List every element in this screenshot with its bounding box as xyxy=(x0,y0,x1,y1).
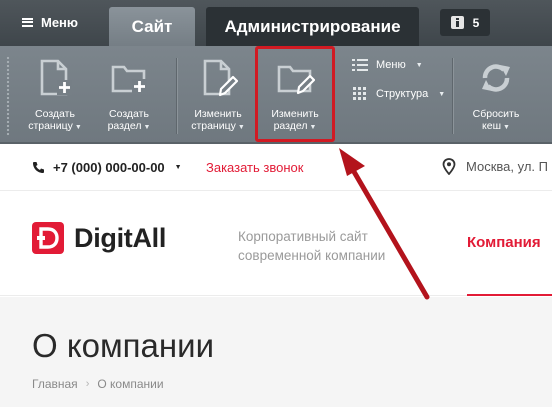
nav-item-company[interactable]: Компания xyxy=(467,234,541,251)
caret-down-icon: ▼ xyxy=(438,90,446,98)
digitall-logo-icon xyxy=(32,222,64,254)
admin-menu-button[interactable]: Меню xyxy=(22,14,78,30)
create-section-label-1: Создать xyxy=(109,108,149,120)
create-page-label-1: Создать xyxy=(35,108,75,120)
create-folder-icon xyxy=(111,65,147,94)
admin-panel-top: Меню Сайт Администрирование 5 xyxy=(0,0,552,46)
info-icon xyxy=(450,16,464,29)
create-page-icon xyxy=(40,59,72,96)
tab-administration[interactable]: Администрирование xyxy=(206,7,419,46)
edit-page-label-2: страницу xyxy=(191,120,236,132)
reset-cache-label-1: Сбросить xyxy=(472,108,520,120)
callback-link[interactable]: Заказать звонок xyxy=(206,160,303,175)
create-section-label-2: раздел xyxy=(107,120,142,132)
create-page-label-2: страницу xyxy=(28,120,73,132)
nav-active-underline xyxy=(467,294,552,296)
caret-down-icon: ▼ xyxy=(503,124,510,131)
tab-site[interactable]: Сайт xyxy=(109,7,195,46)
page-content: О компании Главная › О компании xyxy=(0,297,552,407)
chevron-right-icon: › xyxy=(85,378,90,390)
caret-down-icon: ▼ xyxy=(174,164,182,171)
slogan-line-2: современной компании xyxy=(238,248,386,263)
logo-text: DigitAll xyxy=(74,222,167,253)
notifications-count: 5 xyxy=(472,15,480,30)
create-section-button[interactable]: Создать раздел ▼ xyxy=(93,52,165,140)
site-slogan: Корпоративный сайт современной компании xyxy=(238,227,385,265)
phone-dropdown[interactable]: +7 (000) 000-00-00 ▼ xyxy=(32,160,182,175)
breadcrumb-current: О компании xyxy=(97,377,164,391)
phone-number: +7 (000) 000-00-00 xyxy=(53,160,165,175)
menu-settings-button[interactable]: Меню ▼ xyxy=(352,56,423,74)
breadcrumb-home[interactable]: Главная xyxy=(32,377,78,391)
structure-label: Структура xyxy=(376,88,429,100)
toolbar-grip[interactable] xyxy=(6,56,10,136)
hamburger-icon xyxy=(22,17,33,27)
edit-page-button[interactable]: Изменить страницу ▼ xyxy=(182,52,254,140)
create-page-button[interactable]: Создать страницу ▼ xyxy=(19,52,91,140)
structure-button[interactable]: Структура ▼ xyxy=(352,85,445,103)
edit-page-icon xyxy=(203,59,238,97)
menu-settings-label: Меню xyxy=(376,59,406,71)
phone-icon xyxy=(33,162,44,173)
caret-down-icon: ▼ xyxy=(237,124,245,131)
breadcrumb: Главная › О компании xyxy=(32,377,164,391)
list-icon xyxy=(352,59,368,71)
page-title: О компании xyxy=(32,327,214,364)
reset-cache-button[interactable]: Сбросить кеш ▼ xyxy=(460,52,532,140)
grid-icon xyxy=(353,87,366,100)
address: Москва, ул. П xyxy=(442,158,548,175)
notifications-button[interactable]: 5 xyxy=(440,9,490,36)
edit-section-highlight xyxy=(255,46,335,142)
admin-menu-label: Меню xyxy=(41,14,79,30)
site-topbar: +7 (000) 000-00-00 ▼ Заказать звонок Мос… xyxy=(0,146,552,191)
edit-page-label-1: Изменить xyxy=(194,108,242,120)
toolbar-separator xyxy=(452,58,453,134)
reset-cache-label-2: кеш xyxy=(482,120,502,132)
address-text: Москва, ул. П xyxy=(466,159,548,174)
location-pin-icon xyxy=(442,158,456,175)
caret-down-icon: ▼ xyxy=(415,61,423,69)
caret-down-icon: ▼ xyxy=(143,124,151,131)
toolbar-separator xyxy=(176,58,177,134)
site-header: DigitAll Корпоративный сайт современной … xyxy=(0,191,552,296)
refresh-icon xyxy=(482,64,510,92)
site-logo[interactable]: DigitAll xyxy=(32,222,166,254)
caret-down-icon: ▼ xyxy=(74,124,82,131)
slogan-line-1: Корпоративный сайт xyxy=(238,229,368,244)
